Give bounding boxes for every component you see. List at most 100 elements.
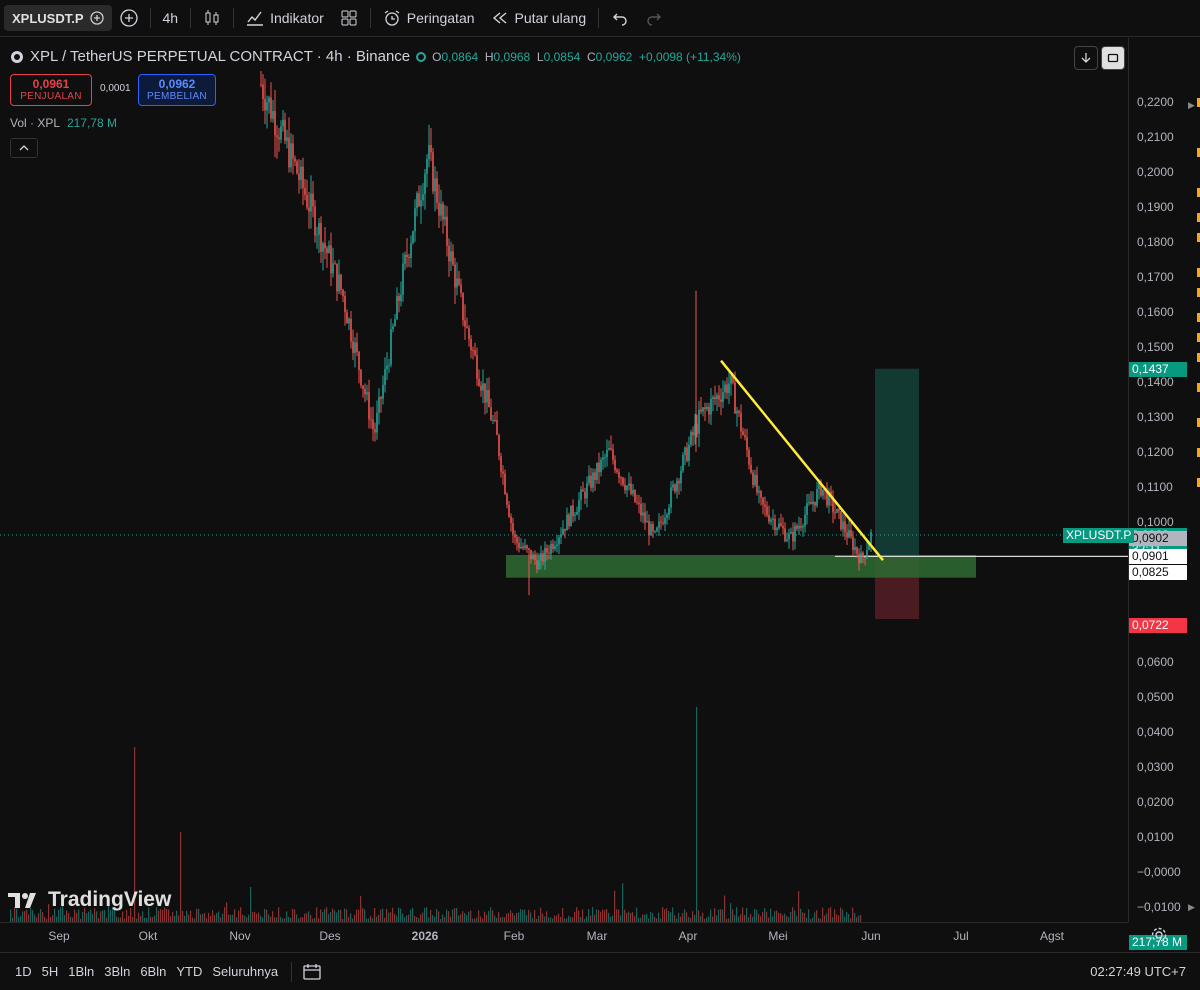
interval-button[interactable]: 4h: [155, 0, 187, 36]
undo-icon: [611, 9, 629, 27]
chart-pane[interactable]: [0, 38, 1128, 922]
volume-bar: [254, 911, 256, 922]
volume-bar: [286, 911, 288, 922]
indicators-button[interactable]: Indikator: [238, 0, 332, 36]
candle-body: [546, 547, 548, 553]
price-axis[interactable]: 0,2200 0,2100 0,2000 0,1900 0,1800 0,1700 0,16…: [1128, 38, 1187, 951]
candle-body: [654, 531, 656, 533]
watchlist-add-icon[interactable]: [89, 11, 104, 25]
candle-body: [640, 503, 642, 516]
volume-bar: [646, 913, 648, 922]
volume-bar: [182, 910, 184, 922]
redo-button[interactable]: [637, 0, 671, 36]
bottom-toolbar: 1D 5H 1Bln 3Bln 6Bln YTD Seluruhnya 02:27:49 U…: [0, 952, 1200, 990]
goto-date-button[interactable]: [302, 963, 322, 981]
candle-body: [596, 462, 598, 480]
time-axis-label: Okt: [138, 929, 158, 943]
panel-toggle-icon[interactable]: ▶: [1188, 100, 1195, 111]
range-button-1d[interactable]: 1D: [10, 964, 37, 979]
volume-bar: [350, 913, 352, 922]
candle-body: [552, 543, 554, 550]
candle-body: [718, 395, 720, 400]
candle-body: [838, 508, 840, 512]
candle-body: [632, 489, 634, 494]
range-button-5h[interactable]: 5H: [37, 964, 64, 979]
candle-body: [356, 342, 358, 352]
chart-settings-button[interactable]: [1150, 926, 1168, 949]
layouts-button[interactable]: [332, 0, 366, 36]
volume-bar: [740, 914, 742, 922]
price-chart[interactable]: [0, 38, 1128, 922]
collapse-legend-button[interactable]: [10, 138, 38, 158]
volume-bar: [508, 913, 510, 922]
candle-body: [430, 145, 432, 153]
volume-bar: [626, 912, 628, 922]
volume-bar: [644, 914, 646, 922]
candle-body: [778, 523, 780, 529]
panel-toggle-icon[interactable]: ▶: [1188, 902, 1195, 913]
volume-bar: [470, 910, 472, 922]
candle-body: [442, 203, 444, 220]
candle-body: [810, 502, 812, 505]
chart-legend: XPL / TetherUS PERPETUAL CONTRACT · 4h ·…: [10, 48, 741, 65]
plus-circle-icon: [119, 9, 138, 27]
candle-body: [584, 491, 586, 499]
candle-body: [372, 419, 374, 430]
volume-bar: [336, 912, 338, 922]
scroll-to-latest-button[interactable]: [1074, 46, 1098, 70]
candle-body: [284, 119, 286, 141]
volume-bar: [240, 907, 242, 922]
volume-bar: [642, 914, 644, 922]
range-button-seluruhnya[interactable]: Seluruhnya: [207, 964, 283, 979]
candle-body: [736, 410, 738, 414]
buy-button[interactable]: 0,0962 PEMBELIAN: [138, 74, 216, 106]
volume-bar: [516, 913, 518, 922]
range-button-6bln[interactable]: 6Bln: [135, 964, 171, 979]
alerts-button[interactable]: Peringatan: [375, 0, 483, 36]
gear-icon: [1150, 926, 1168, 944]
replay-button[interactable]: Putar ulang: [483, 0, 595, 36]
range-button-1bln[interactable]: 1Bln: [63, 964, 99, 979]
volume-bar: [668, 911, 670, 922]
candle-body: [570, 505, 572, 527]
buy-price: 0,0962: [158, 77, 196, 91]
compare-symbol-button[interactable]: [112, 0, 146, 36]
candle-body: [396, 296, 398, 320]
time-axis[interactable]: Sep Okt Nov Des 2026 Feb Mar Apr Mei Jun Jul Agst: [0, 922, 1128, 949]
candle-body: [582, 489, 584, 492]
volume-bar: [546, 911, 548, 922]
candle-body: [498, 434, 500, 457]
candle-body: [526, 545, 528, 549]
candle-body: [316, 234, 318, 236]
volume-bar: [846, 911, 848, 922]
auto-scale-button[interactable]: [1101, 46, 1125, 70]
alerts-label: Peringatan: [406, 10, 475, 26]
volume-bar: [390, 912, 392, 922]
candle-body: [756, 474, 758, 493]
volume-bar: [696, 707, 698, 922]
undo-button[interactable]: [603, 0, 637, 36]
grid-layout-icon: [340, 9, 358, 27]
price-axis-label: −0,0000: [1137, 864, 1181, 879]
symbol-search-button[interactable]: XPLUSDT.P: [4, 5, 112, 31]
candle-body: [322, 243, 324, 252]
volume-bar: [816, 910, 818, 922]
candle-body: [382, 384, 384, 399]
volume-bar: [804, 913, 806, 922]
candle-body: [704, 407, 706, 410]
range-button-3bln[interactable]: 3Bln: [99, 964, 135, 979]
volume-bar: [320, 909, 322, 922]
time-axis-label: Sep: [48, 929, 70, 943]
sell-button[interactable]: 0,0961 PENJUALAN: [10, 74, 92, 106]
range-button-ytd[interactable]: YTD: [171, 964, 207, 979]
chart-type-button[interactable]: [195, 0, 229, 36]
price-axis-label: 0,0100: [1137, 829, 1174, 844]
arrow-down-icon: [1080, 52, 1092, 64]
volume-bar: [198, 908, 200, 922]
volume-bar: [614, 890, 616, 922]
volume-bar: [492, 910, 494, 922]
utc-clock[interactable]: 02:27:49 UTC+7: [1090, 964, 1186, 979]
replay-label: Putar ulang: [514, 10, 587, 26]
toolbar-divider: [149, 8, 151, 28]
candle-body: [390, 329, 392, 365]
